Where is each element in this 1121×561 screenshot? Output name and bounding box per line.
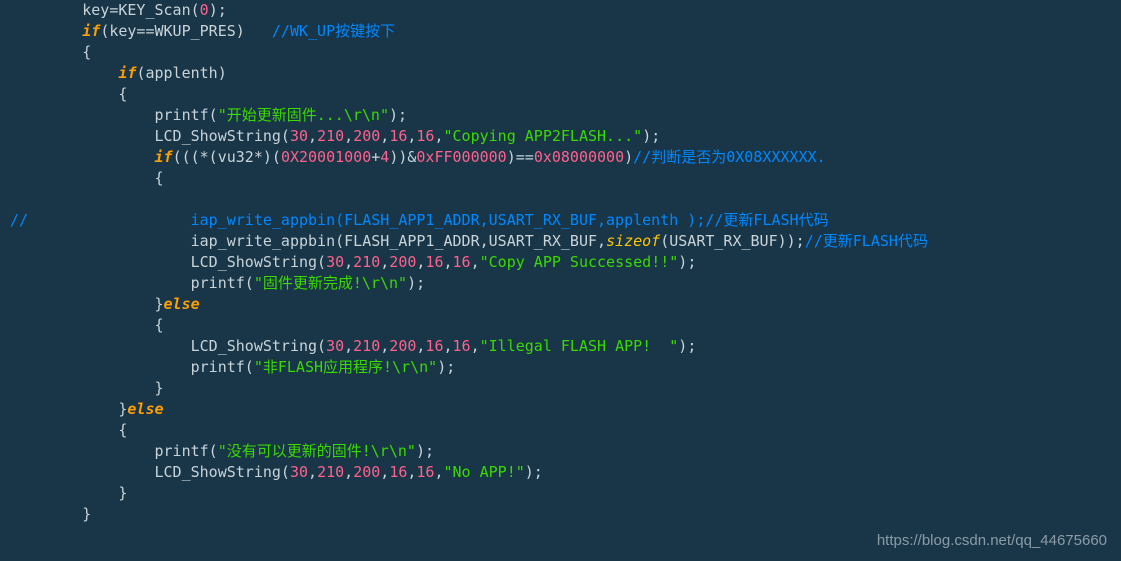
code-line: // iap_write_appbin(FLASH_APP1_ADDR,USAR… (10, 211, 829, 229)
code-line: if(applenth) (10, 64, 227, 82)
code-line: { (10, 421, 127, 439)
code-block: key=KEY_Scan(0); if(key==WKUP_PRES) //WK… (0, 0, 1121, 525)
code-line: LCD_ShowString(30,210,200,16,16,"Copy AP… (10, 253, 696, 271)
code-line: printf("开始更新固件...\r\n"); (10, 106, 407, 124)
code-line: { (10, 43, 91, 61)
code-line: } (10, 505, 91, 523)
code-line: LCD_ShowString(30,210,200,16,16,"Illegal… (10, 337, 696, 355)
code-line: printf("非FLASH应用程序!\r\n"); (10, 358, 455, 376)
code-line: { (10, 169, 164, 187)
code-line: printf("固件更新完成!\r\n"); (10, 274, 425, 292)
code-line: printf("没有可以更新的固件!\r\n"); (10, 442, 434, 460)
code-line: } (10, 379, 164, 397)
code-line: }else (10, 400, 164, 418)
code-line: iap_write_appbin(FLASH_APP1_ADDR,USART_R… (10, 232, 928, 250)
watermark: https://blog.csdn.net/qq_44675660 (877, 530, 1107, 551)
code-line: if(key==WKUP_PRES) //WK_UP按键按下 (10, 22, 395, 40)
code-line: LCD_ShowString(30,210,200,16,16,"Copying… (10, 127, 660, 145)
code-line: { (10, 85, 127, 103)
code-line: }else (10, 295, 200, 313)
code-line: } (10, 484, 127, 502)
code-line: LCD_ShowString(30,210,200,16,16,"No APP!… (10, 463, 543, 481)
code-line: key=KEY_Scan(0); (10, 1, 227, 19)
code-line: { (10, 316, 164, 334)
code-line: if(((*(vu32*)(0X20001000+4))&0xFF000000)… (10, 148, 826, 166)
